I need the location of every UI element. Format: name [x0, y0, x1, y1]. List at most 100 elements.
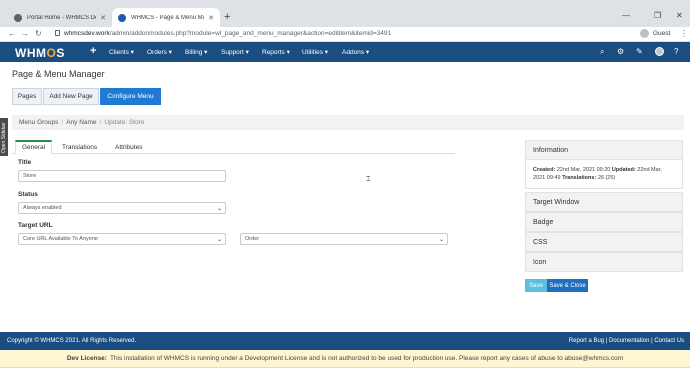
tab-general[interactable]: General: [15, 140, 52, 154]
url-field[interactable]: whmcsdev.work/admin/addonmodules.php?mod…: [64, 30, 391, 37]
help-icon[interactable]: ?: [674, 47, 678, 56]
icon-heading: Icon: [533, 258, 547, 266]
chevron-down-icon: ⌄: [216, 237, 222, 243]
browser-tab-title: Portal Home - WHMCS Dev Two: [27, 14, 96, 21]
copyright-text: Copyright © WHMCS 2021. All Rights Reser…: [7, 338, 137, 344]
browser-tab-bar: Portal Home - WHMCS Dev Two ✕ WHMCS - Pa…: [0, 0, 690, 27]
created-label: Created:: [533, 167, 556, 173]
minimize-icon[interactable]: —: [622, 11, 630, 20]
order-select[interactable]: Order ⌄: [240, 233, 448, 245]
breadcrumb-any-name[interactable]: Any Name: [66, 119, 96, 126]
breadcrumb-separator: /: [99, 119, 102, 126]
icon-panel[interactable]: Icon: [525, 252, 683, 272]
logo-part: S: [56, 46, 65, 60]
dev-license-label: Dev License:: [66, 355, 107, 362]
tab-translations[interactable]: Translations: [62, 140, 97, 154]
chevron-down-icon: ⌄: [216, 206, 222, 212]
information-body: Created: 22nd Mar, 2021 09:20 Updated: 2…: [526, 159, 682, 188]
close-window-icon[interactable]: ✕: [676, 11, 683, 20]
favicon-icon: [14, 13, 22, 22]
profile-avatar-icon: [640, 29, 649, 38]
target-window-heading: Target Window: [533, 198, 580, 206]
whmcs-logo[interactable]: WHMOS: [15, 46, 65, 60]
back-icon[interactable]: ←: [8, 29, 16, 38]
url-path: /admin/addonmodules.php?module=wl_page_a…: [109, 30, 392, 37]
status-label: Status: [18, 191, 38, 198]
updated-label: Updated:: [611, 167, 636, 173]
title-label: Title: [18, 159, 32, 166]
restore-icon[interactable]: ❐: [654, 11, 661, 20]
menu-billing[interactable]: Billing ▾: [185, 48, 207, 56]
pages-button[interactable]: Pages: [12, 88, 42, 105]
logo-o: O: [46, 46, 57, 60]
breadcrumb: Menu Groups / Any Name / Update: Store: [12, 115, 684, 130]
address-bar-row: ← → ↻ whmcsdev.work/admin/addonmodules.p…: [0, 27, 690, 42]
favicon-icon: [118, 13, 126, 22]
breadcrumb-current: Update: Store: [104, 119, 145, 126]
information-heading[interactable]: Information: [526, 141, 682, 159]
open-sidebar-tab[interactable]: Open Sidebar: [0, 118, 8, 156]
browser-tab-page-menu-manager[interactable]: WHMCS - Page & Menu Manager ✕: [112, 8, 220, 27]
menu-support[interactable]: Support ▾: [221, 48, 249, 56]
cogs-icon[interactable]: ⚙: [617, 47, 624, 56]
translations-label: Translations:: [562, 175, 597, 181]
target-url-select[interactable]: Core URL Available To Anyone ⌄: [18, 233, 226, 245]
add-new-page-button[interactable]: Add New Page: [43, 88, 99, 105]
target-window-panel[interactable]: Target Window: [525, 192, 683, 212]
target-url-select-value: Core URL Available To Anyone: [23, 236, 98, 242]
menu-addons[interactable]: Addons ▾: [342, 48, 369, 56]
close-tab-icon[interactable]: ✕: [208, 14, 214, 22]
save-close-button[interactable]: Save & Close: [547, 279, 588, 292]
form-tabs: General Translations Attributes: [12, 140, 455, 154]
menu-orders[interactable]: Orders ▾: [147, 48, 172, 56]
dev-license-bar: Dev License: This installation of WHMCS …: [0, 350, 690, 368]
footer: Copyright © WHMCS 2021. All Rights Reser…: [0, 332, 690, 350]
css-heading: CSS: [533, 238, 548, 246]
footer-separator: |: [651, 338, 653, 344]
css-panel[interactable]: CSS: [525, 232, 683, 252]
admin-navbar: WHMOS + Clients ▾ Orders ▾ Billing ▾ Sup…: [0, 42, 690, 62]
breadcrumb-menu-groups[interactable]: Menu Groups: [19, 119, 58, 126]
close-tab-icon[interactable]: ✕: [100, 14, 106, 22]
lock-icon: [55, 30, 60, 36]
page-title: Page & Menu Manager: [12, 69, 105, 79]
menu-clients[interactable]: Clients ▾: [109, 48, 134, 56]
chevron-down-icon: ⌄: [438, 237, 444, 243]
badge-heading: Badge: [533, 218, 554, 226]
save-button[interactable]: Save: [525, 279, 547, 292]
translations-value: 26 (25): [597, 175, 616, 181]
new-tab-button[interactable]: +: [224, 11, 230, 23]
browser-tab-portal[interactable]: Portal Home - WHMCS Dev Two ✕: [8, 8, 112, 27]
menu-utilities[interactable]: Utilities ▾: [302, 48, 328, 56]
url-host: whmcsdev.work: [64, 30, 110, 37]
browser-tab-title: WHMCS - Page & Menu Manager: [131, 14, 204, 21]
documentation-link[interactable]: Documentation: [609, 338, 649, 344]
tab-attributes[interactable]: Attributes: [115, 140, 142, 154]
menu-reports[interactable]: Reports ▾: [262, 48, 290, 56]
information-panel: Information Created: 22nd Mar, 2021 09:2…: [525, 140, 683, 189]
breadcrumb-separator: /: [61, 119, 64, 126]
mouse-cursor-icon: ⌶: [366, 176, 371, 183]
footer-separator: |: [605, 338, 608, 344]
profile-label: Guest: [653, 30, 671, 37]
target-url-label: Target URL: [18, 222, 53, 229]
footer-links: Report a Bug | Documentation | Contact U…: [569, 338, 684, 344]
badge-panel[interactable]: Badge: [525, 212, 683, 232]
report-bug-link[interactable]: Report a Bug: [569, 338, 604, 344]
reload-icon[interactable]: ↻: [35, 29, 42, 38]
profile-button[interactable]: Guest: [640, 29, 670, 38]
status-select-value: Always enabled: [23, 205, 62, 211]
title-input[interactable]: Store: [18, 170, 226, 182]
search-icon[interactable]: ⌕: [600, 47, 604, 57]
contact-us-link[interactable]: Contact Us: [654, 338, 684, 344]
order-select-value: Order: [245, 236, 260, 242]
logo-part: WHM: [15, 46, 47, 60]
avatar[interactable]: [655, 47, 664, 56]
forward-icon[interactable]: →: [21, 29, 29, 38]
created-value: 22nd Mar, 2021 09:20: [556, 167, 611, 173]
browser-menu-icon[interactable]: ⋮: [680, 29, 688, 38]
status-select[interactable]: Always enabled ⌄: [18, 202, 226, 214]
configure-menu-button[interactable]: Configure Menu: [100, 88, 161, 105]
wrench-icon[interactable]: ✎: [636, 47, 643, 56]
quick-add-icon[interactable]: +: [90, 45, 96, 57]
